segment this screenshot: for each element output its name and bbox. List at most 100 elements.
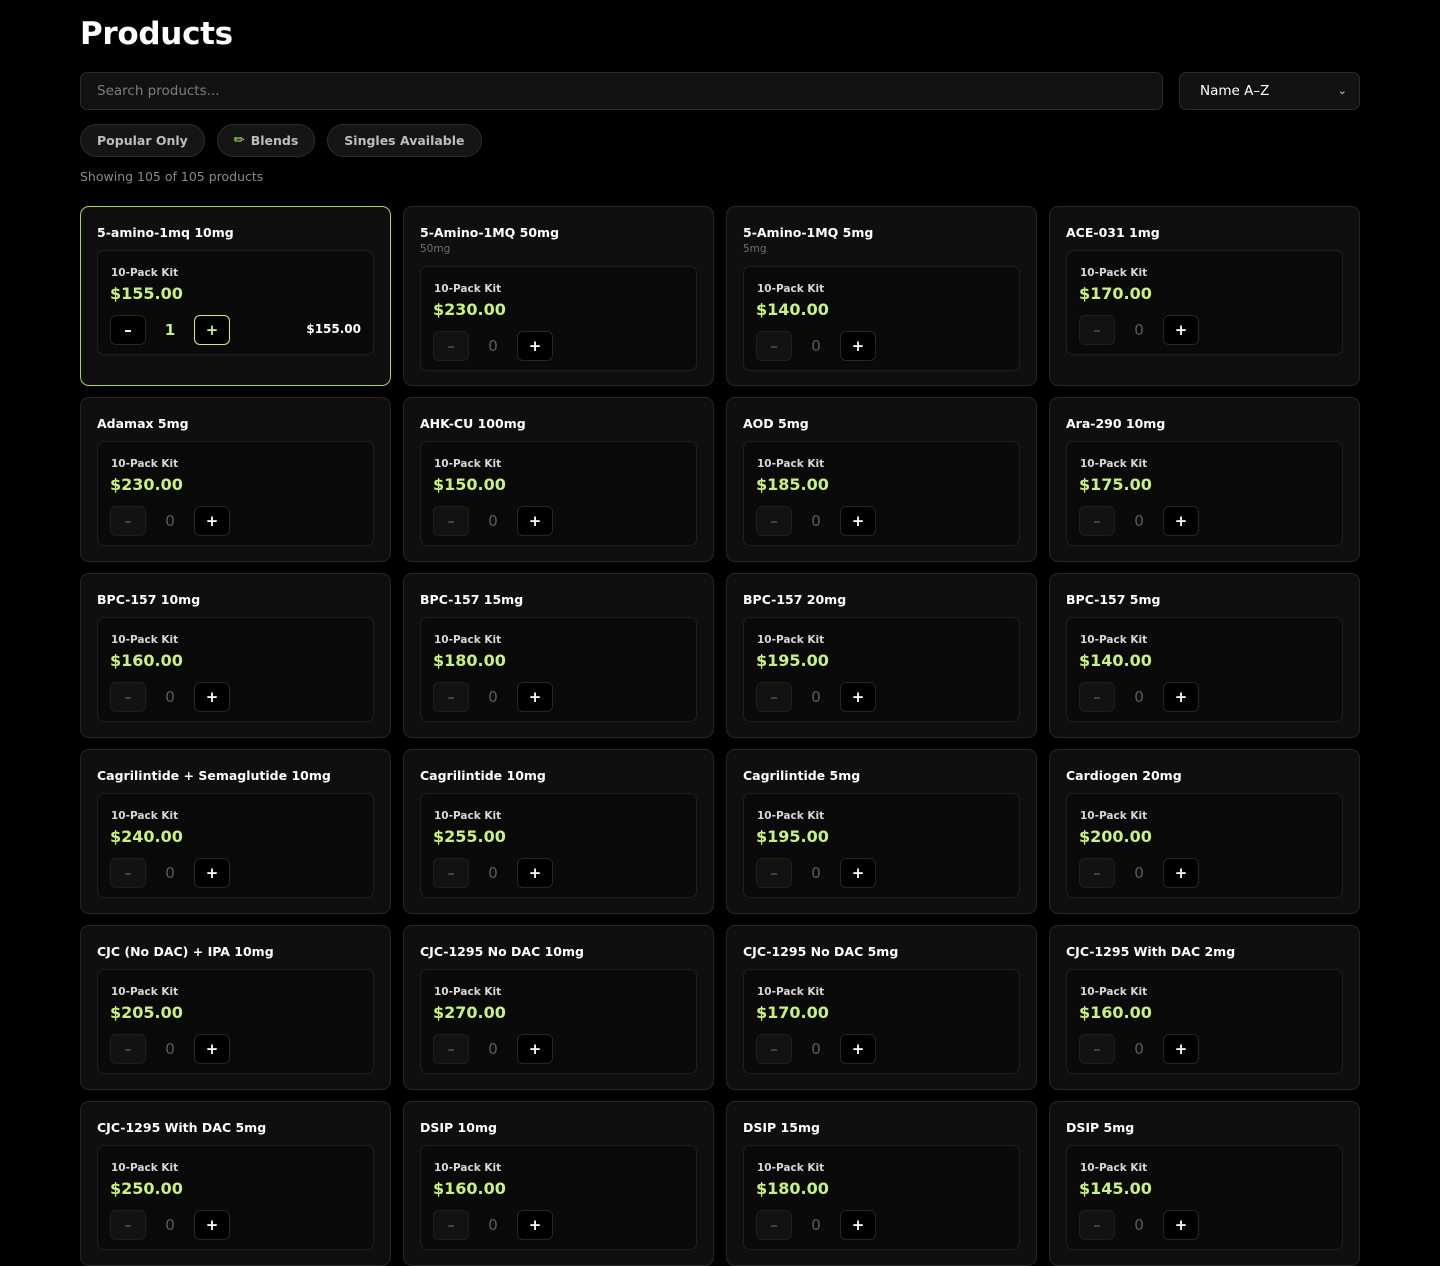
product-price: $160.00 xyxy=(433,1179,506,1198)
product-name: Cagrilintide 10mg xyxy=(420,768,546,783)
kit-label: 10-Pack Kit xyxy=(111,810,179,822)
quantity-value: 0 xyxy=(811,337,821,355)
product-price: $170.00 xyxy=(756,1003,829,1022)
decrement-button[interactable]: – xyxy=(1079,1210,1115,1240)
kit-label: 10-Pack Kit xyxy=(1080,634,1148,646)
decrement-button[interactable]: – xyxy=(433,858,469,888)
increment-button[interactable]: + xyxy=(194,506,230,536)
product-name: Cardiogen 20mg xyxy=(1066,768,1182,783)
filter-singles-available[interactable]: Singles Available xyxy=(327,124,482,157)
decrement-button[interactable]: – xyxy=(756,331,792,361)
decrement-button[interactable]: – xyxy=(433,506,469,536)
product-price: $155.00 xyxy=(110,284,183,303)
product-subtitle: 5mg xyxy=(743,243,767,255)
decrement-button[interactable]: – xyxy=(433,682,469,712)
pricing-panel: 10-Pack Kit $230.00 – 0 + xyxy=(420,266,697,371)
increment-button[interactable]: + xyxy=(517,1210,553,1240)
increment-button[interactable]: + xyxy=(1163,506,1199,536)
decrement-button[interactable]: – xyxy=(756,858,792,888)
decrement-button[interactable]: – xyxy=(1079,858,1115,888)
product-card: BPC-157 20mg 10-Pack Kit $195.00 – 0 + xyxy=(726,573,1037,738)
increment-button[interactable]: + xyxy=(1163,858,1199,888)
increment-button[interactable]: + xyxy=(840,858,876,888)
increment-button[interactable]: + xyxy=(517,331,553,361)
product-name: BPC-157 15mg xyxy=(420,592,524,607)
kit-label: 10-Pack Kit xyxy=(111,1162,179,1174)
decrement-button[interactable]: – xyxy=(756,506,792,536)
pricing-panel: 10-Pack Kit $240.00 – 0 + xyxy=(97,793,374,898)
increment-button[interactable]: + xyxy=(517,506,553,536)
increment-button[interactable]: + xyxy=(194,1210,230,1240)
product-grid: 5-amino-1mq 10mg 10-Pack Kit $155.00 – 1… xyxy=(80,206,1360,1266)
product-name: 5-Amino-1MQ 5mg xyxy=(743,225,874,240)
increment-button[interactable]: + xyxy=(194,682,230,712)
increment-button[interactable]: + xyxy=(194,1034,230,1064)
kit-label: 10-Pack Kit xyxy=(1080,1162,1148,1174)
quantity-value: 0 xyxy=(165,1040,175,1058)
increment-button[interactable]: + xyxy=(517,1034,553,1064)
increment-button[interactable]: + xyxy=(840,1034,876,1064)
decrement-button[interactable]: – xyxy=(1079,315,1115,345)
decrement-button[interactable]: – xyxy=(110,682,146,712)
decrement-button[interactable]: – xyxy=(756,1034,792,1064)
pricing-panel: 10-Pack Kit $175.00 – 0 + xyxy=(1066,441,1343,546)
pricing-panel: 10-Pack Kit $145.00 – 0 + xyxy=(1066,1145,1343,1250)
quantity-value: 0 xyxy=(811,688,821,706)
decrement-button[interactable]: – xyxy=(433,331,469,361)
increment-button[interactable]: + xyxy=(1163,315,1199,345)
pricing-panel: 10-Pack Kit $150.00 – 0 + xyxy=(420,441,697,546)
product-price: $240.00 xyxy=(110,827,183,846)
filter-label: Singles Available xyxy=(344,133,465,148)
increment-button[interactable]: + xyxy=(840,506,876,536)
filter-popular-only[interactable]: Popular Only xyxy=(80,124,205,157)
quantity-value: 0 xyxy=(488,337,498,355)
increment-button[interactable]: + xyxy=(840,682,876,712)
pricing-panel: 10-Pack Kit $270.00 – 0 + xyxy=(420,969,697,1074)
pencil-icon: ✏ xyxy=(233,133,245,148)
decrement-button[interactable]: – xyxy=(110,315,146,345)
decrement-button[interactable]: – xyxy=(433,1210,469,1240)
kit-label: 10-Pack Kit xyxy=(1080,986,1148,998)
increment-button[interactable]: + xyxy=(517,682,553,712)
sort-select[interactable]: Name A–Z ⌄ xyxy=(1179,72,1360,110)
product-price: $185.00 xyxy=(756,475,829,494)
decrement-button[interactable]: – xyxy=(110,506,146,536)
increment-button[interactable]: + xyxy=(194,315,230,345)
decrement-button[interactable]: – xyxy=(110,858,146,888)
kit-label: 10-Pack Kit xyxy=(434,810,502,822)
product-name: Cagrilintide + Semaglutide 10mg xyxy=(97,768,331,783)
product-name: CJC-1295 With DAC 2mg xyxy=(1066,944,1236,959)
increment-button[interactable]: + xyxy=(194,858,230,888)
filter-blends[interactable]: ✏ Blends xyxy=(216,124,316,157)
product-price: $195.00 xyxy=(756,827,829,846)
kit-label: 10-Pack Kit xyxy=(434,634,502,646)
product-card: AHK-CU 100mg 10-Pack Kit $150.00 – 0 + xyxy=(403,397,714,562)
product-card: CJC-1295 With DAC 5mg 10-Pack Kit $250.0… xyxy=(80,1101,391,1266)
increment-button[interactable]: + xyxy=(517,858,553,888)
quantity-value: 0 xyxy=(811,864,821,882)
decrement-button[interactable]: – xyxy=(1079,1034,1115,1064)
increment-button[interactable]: + xyxy=(1163,682,1199,712)
decrement-button[interactable]: – xyxy=(1079,506,1115,536)
increment-button[interactable]: + xyxy=(1163,1210,1199,1240)
increment-button[interactable]: + xyxy=(840,1210,876,1240)
filter-chips: Popular Only ✏ Blends Singles Available xyxy=(80,124,482,157)
product-subtitle: 50mg xyxy=(420,243,451,255)
product-name: ACE-031 1mg xyxy=(1066,225,1160,240)
decrement-button[interactable]: – xyxy=(433,1034,469,1064)
pricing-panel: 10-Pack Kit $180.00 – 0 + xyxy=(743,1145,1020,1250)
decrement-button[interactable]: – xyxy=(756,682,792,712)
search-input[interactable] xyxy=(80,72,1163,110)
product-price: $200.00 xyxy=(1079,827,1152,846)
quantity-value: 1 xyxy=(164,321,176,339)
decrement-button[interactable]: – xyxy=(110,1034,146,1064)
pricing-panel: 10-Pack Kit $160.00 – 0 + xyxy=(1066,969,1343,1074)
product-card: Cagrilintide + Semaglutide 10mg 10-Pack … xyxy=(80,749,391,914)
pricing-panel: 10-Pack Kit $250.00 – 0 + xyxy=(97,1145,374,1250)
increment-button[interactable]: + xyxy=(840,331,876,361)
decrement-button[interactable]: – xyxy=(1079,682,1115,712)
product-card: Adamax 5mg 10-Pack Kit $230.00 – 0 + xyxy=(80,397,391,562)
decrement-button[interactable]: – xyxy=(110,1210,146,1240)
decrement-button[interactable]: – xyxy=(756,1210,792,1240)
increment-button[interactable]: + xyxy=(1163,1034,1199,1064)
